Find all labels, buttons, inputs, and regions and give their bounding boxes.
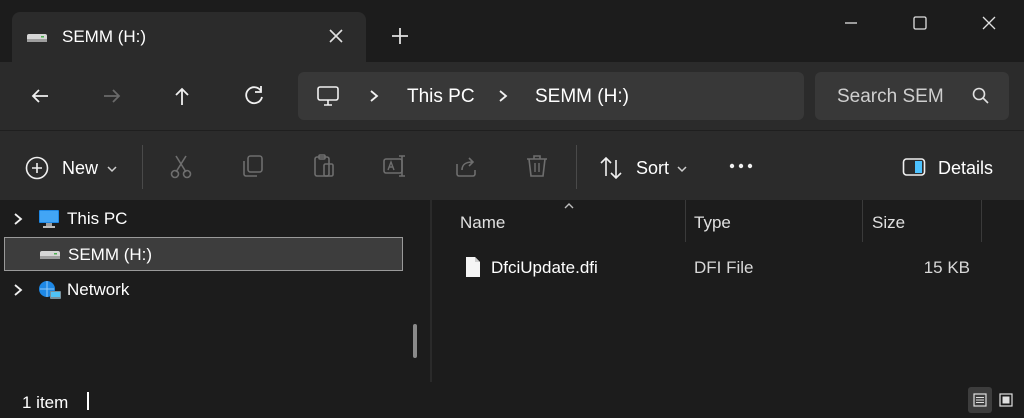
share-icon[interactable] (452, 152, 480, 180)
column-divider[interactable] (862, 200, 863, 242)
drive-icon (40, 251, 60, 259)
search-input[interactable]: Search SEM (837, 86, 944, 108)
details-view-button[interactable] (968, 387, 992, 413)
search-box[interactable]: Search SEM (815, 72, 1009, 120)
tiles-view-button[interactable] (994, 387, 1018, 413)
address-bar[interactable]: This PC SEMM (H:) (298, 72, 804, 120)
chevron-down-icon (107, 166, 117, 173)
minimize-button[interactable] (828, 6, 874, 40)
new-button-label: New (62, 158, 99, 178)
breadcrumb-chevron-icon[interactable] (497, 89, 509, 103)
file-name: DfciUpdate.dfi (491, 258, 598, 277)
network-icon (39, 281, 61, 299)
tiles-view-icon (999, 393, 1013, 407)
details-button[interactable]: Details (900, 145, 1000, 189)
sort-icon (600, 156, 622, 180)
navigation-bar: This PC SEMM (H:) Search SEM (0, 62, 1024, 130)
status-bar: 1 item (0, 382, 1024, 418)
column-header-type[interactable]: Type (694, 200, 860, 242)
column-header-name[interactable]: Name (460, 200, 684, 242)
cut-icon[interactable] (167, 152, 195, 180)
copy-icon[interactable] (239, 152, 267, 180)
item-count: 1 item (22, 393, 69, 412)
breadcrumb-semm[interactable]: SEMM (H:) (535, 86, 629, 108)
toolbar-divider (142, 145, 143, 189)
tab-semm[interactable]: SEMM (H:) (12, 12, 366, 62)
column-header-label: Type (694, 213, 731, 232)
nav-item-label: SEMM (H:) (68, 245, 153, 264)
nav-item-label: Network (67, 280, 130, 299)
add-circle-icon (25, 156, 49, 180)
back-button[interactable] (26, 82, 54, 110)
content-area: This PC SEMM (H:) Network Name Type Size… (0, 200, 1024, 382)
refresh-button[interactable] (240, 82, 268, 110)
details-button-label: Details (938, 158, 994, 178)
sort-button-label: Sort (636, 158, 670, 178)
toolbar-divider (576, 145, 577, 189)
drive-icon (27, 34, 47, 42)
computer-icon (39, 210, 59, 228)
close-window-button[interactable] (966, 6, 1012, 40)
file-size: 15 KB (923, 258, 970, 277)
breadcrumb-this-pc[interactable]: This PC (407, 86, 475, 108)
column-header-label: Size (872, 213, 906, 232)
rename-icon[interactable] (381, 152, 409, 180)
nav-item-this-pc[interactable]: This PC (4, 202, 403, 236)
close-tab-icon[interactable] (324, 24, 348, 48)
file-type: DFI File (694, 258, 754, 277)
column-divider[interactable] (981, 200, 982, 242)
chevron-right-icon[interactable] (12, 283, 24, 297)
forward-button[interactable] (98, 82, 126, 110)
file-icon (466, 257, 480, 277)
delete-icon[interactable] (523, 152, 551, 180)
title-bar: SEMM (H:) (0, 0, 1024, 62)
maximize-button[interactable] (897, 6, 943, 40)
command-bar: New Sort Details (0, 130, 1024, 200)
pane-splitter[interactable] (430, 200, 432, 382)
nav-scrollbar-thumb[interactable] (413, 324, 417, 358)
up-button[interactable] (168, 82, 196, 110)
new-tab-button[interactable] (386, 22, 414, 50)
paste-icon[interactable] (310, 152, 338, 180)
column-header-label: Name (460, 213, 506, 232)
details-view-icon (973, 393, 987, 407)
more-options-icon[interactable] (727, 152, 755, 180)
computer-icon[interactable] (316, 84, 340, 108)
column-divider[interactable] (685, 200, 686, 242)
file-row[interactable]: DfciUpdate.dfi DFI File 15 KB (450, 250, 990, 286)
chevron-down-icon (677, 166, 687, 173)
search-icon (972, 87, 989, 104)
tab-title: SEMM (H:) (62, 27, 147, 46)
nav-item-network[interactable]: Network (4, 273, 403, 307)
chevron-right-icon[interactable] (12, 212, 24, 226)
details-pane-icon (902, 158, 926, 176)
column-header-size[interactable]: Size (872, 200, 980, 242)
text-caret (87, 392, 89, 410)
breadcrumb-chevron-icon[interactable] (368, 89, 380, 103)
sort-button[interactable]: Sort (596, 145, 692, 189)
new-button[interactable]: New (22, 145, 122, 189)
nav-item-label: This PC (67, 209, 128, 228)
nav-item-semm[interactable]: SEMM (H:) (4, 237, 403, 271)
